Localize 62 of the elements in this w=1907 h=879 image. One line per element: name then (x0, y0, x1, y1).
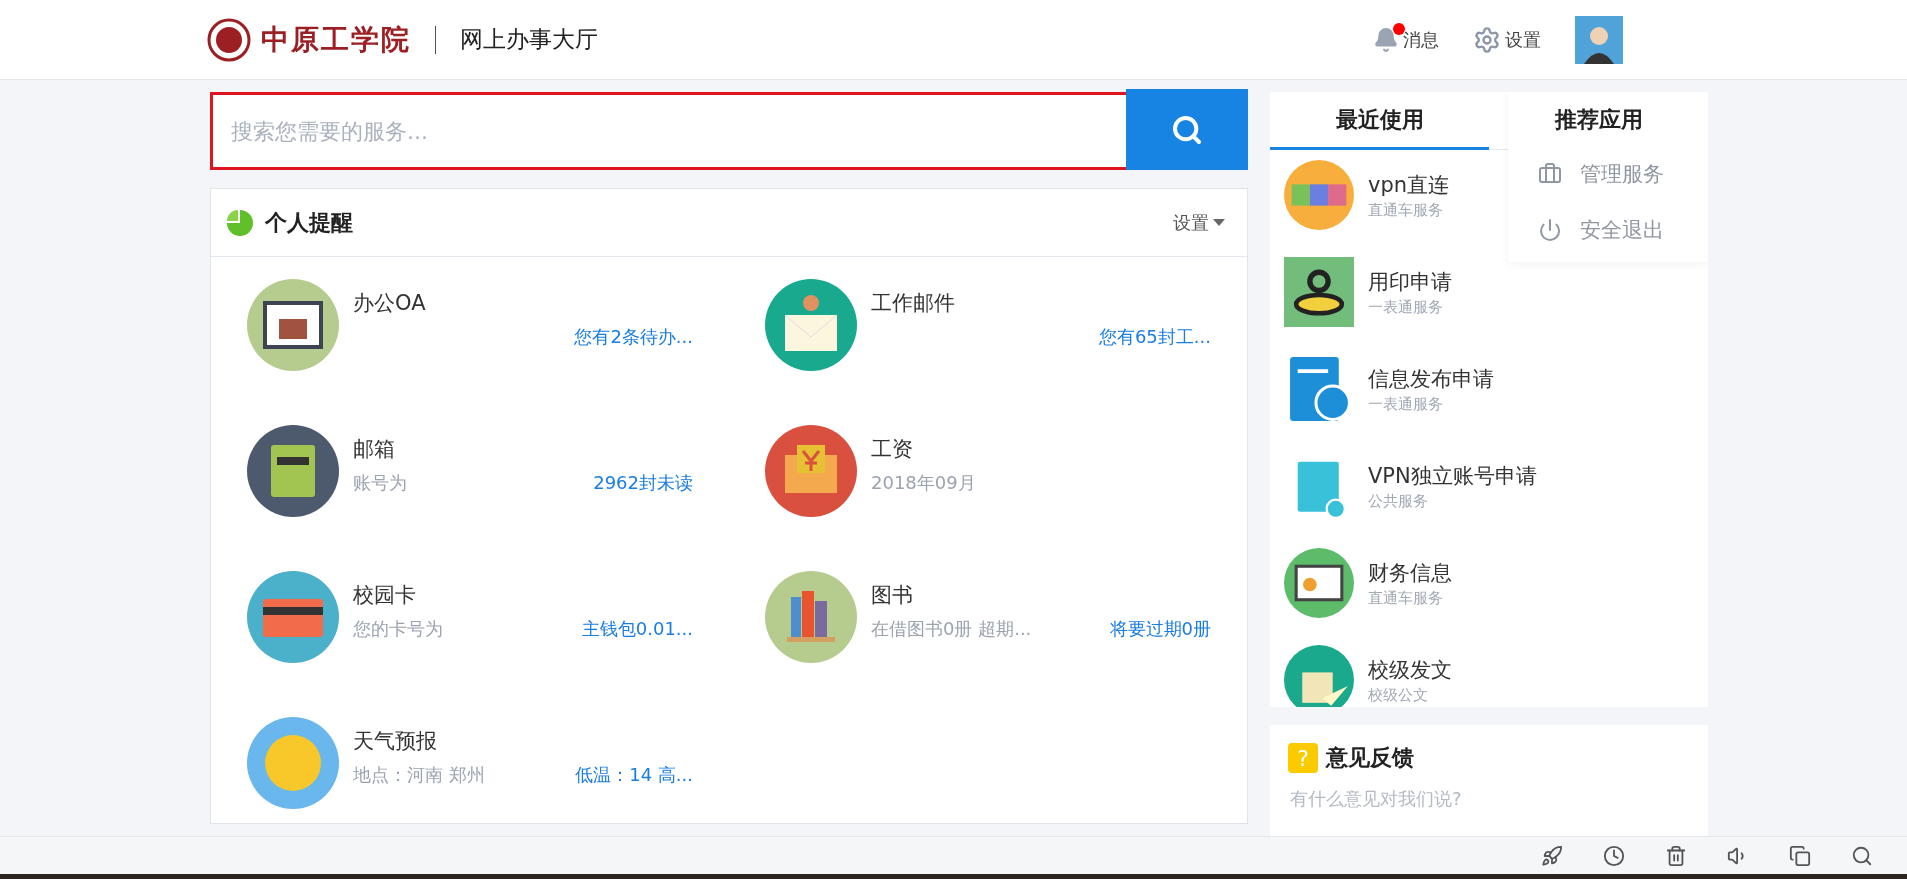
envelope-icon (765, 279, 857, 371)
trash-icon[interactable] (1665, 844, 1687, 867)
service-title: 邮箱 (353, 436, 396, 463)
tab[interactable]: 最近使用 (1270, 92, 1489, 150)
logo-text: 中原工学院 (261, 21, 411, 58)
app-category: 一表通服务 (1368, 394, 1444, 414)
windows-icon[interactable] (1789, 844, 1811, 867)
settings-dropdown[interactable]: 设置 (1167, 209, 1231, 236)
service-title: 工资 (871, 436, 914, 463)
app-name[interactable]: VPN独立账号申请 (1368, 461, 1537, 490)
messages-button[interactable]: 消息 (1373, 26, 1439, 53)
power-icon (1538, 218, 1562, 242)
search-button[interactable] (1126, 89, 1248, 170)
bell-icon (1373, 26, 1399, 53)
site-title: 网上办事大厅 (460, 25, 598, 54)
app-category: 公共服务 (1368, 491, 1429, 511)
feedback-title: 意见反馈 (1326, 744, 1414, 772)
mailbox-icon (247, 425, 339, 517)
settings-icon (1473, 25, 1501, 54)
service-detail: 在借图书0册 超期... (871, 617, 1032, 641)
settings-button[interactable]: 设置 (1473, 25, 1541, 54)
card-title: 个人提醒 (265, 208, 353, 237)
service-title: 图书 (871, 582, 914, 609)
question-badge: ? (1288, 743, 1318, 773)
service-link[interactable]: 主钱包0.01... (581, 617, 693, 641)
search-field[interactable]: 搜索您需要的服务... (213, 95, 1126, 167)
service-link[interactable]: 低温：14 高... (575, 763, 693, 787)
stamp-icon (1284, 257, 1354, 327)
tab[interactable]: 推荐应用 (1489, 92, 1708, 150)
app-name[interactable]: 财务信息 (1368, 558, 1452, 587)
service-detail: 账号为 (353, 471, 407, 495)
service-link[interactable]: 将要过期0册 (1109, 617, 1211, 641)
service-title: 办公OA (353, 290, 427, 317)
app-category: 直通车服务 (1368, 200, 1444, 220)
app-name[interactable]: 校级发文 (1368, 655, 1452, 684)
books-icon (765, 571, 857, 663)
service-detail: 您的卡号为 (353, 617, 443, 641)
app-category: 校级公文 (1368, 685, 1429, 705)
app-name[interactable]: 用印申请 (1368, 267, 1452, 296)
app-category: 一表通服务 (1368, 297, 1444, 317)
app-name[interactable]: 信息发布申请 (1368, 364, 1494, 393)
app-name[interactable]: vpn直连 (1368, 170, 1450, 199)
service-title: 校园卡 (353, 582, 417, 609)
service-link[interactable]: 您有65封工... (1098, 325, 1211, 349)
search-icon[interactable] (1851, 844, 1873, 867)
service-link[interactable]: 您有2条待办... (574, 325, 693, 349)
avatar[interactable] (1575, 15, 1623, 64)
clock-icon[interactable] (1603, 844, 1625, 867)
service-link[interactable]: 2962封未读 (593, 471, 693, 495)
rocket-icon[interactable] (1541, 844, 1563, 867)
emblem-icon (207, 17, 251, 62)
service-detail: 地点：河南 郑州 (353, 763, 485, 787)
caret-icon (1213, 219, 1225, 226)
sun-icon (247, 717, 339, 809)
bank-card-icon (247, 571, 339, 663)
app-category: 直通车服务 (1368, 588, 1444, 608)
service-title: 工作邮件 (871, 290, 956, 317)
envelope-coin-icon (765, 425, 857, 517)
service-title: 天气预报 (353, 728, 438, 755)
search-icon (1171, 113, 1203, 146)
service-detail: 2018年09月 (871, 471, 976, 495)
pie-chart-icon (227, 209, 253, 236)
